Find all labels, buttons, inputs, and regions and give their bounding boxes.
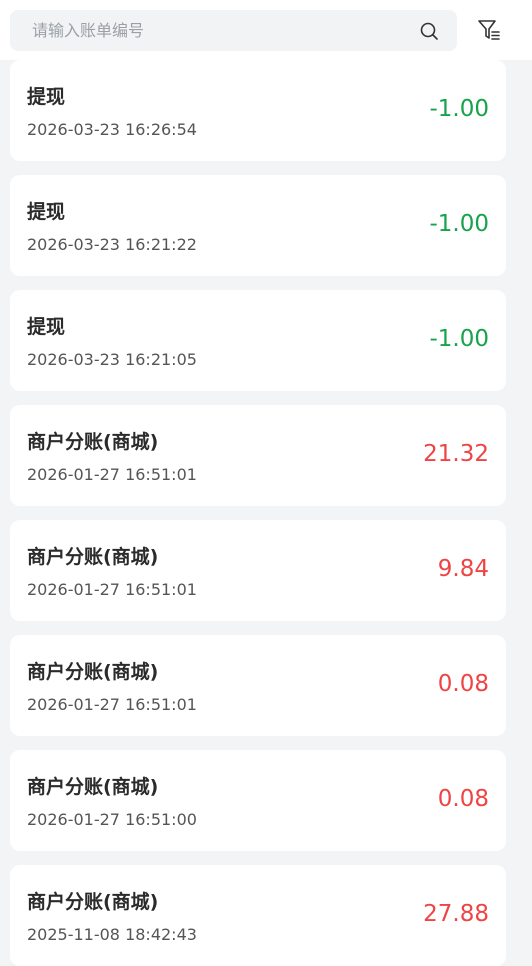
transaction-title: 提现 xyxy=(27,201,66,223)
transaction-title: 提现 xyxy=(27,86,66,108)
transaction-time: 2026-01-27 16:51:01 xyxy=(27,465,197,484)
filter-icon[interactable] xyxy=(476,17,502,43)
list-item[interactable]: 提现 2026-03-23 16:26:54 -1.00 xyxy=(10,60,506,161)
transaction-amount: 0.08 xyxy=(437,671,489,697)
transaction-amount: -1.00 xyxy=(429,326,489,352)
transaction-time: 2025-11-08 18:42:43 xyxy=(27,925,197,944)
transaction-title: 商户分账(商城) xyxy=(27,546,159,568)
search-input[interactable]: 请输入账单编号 xyxy=(10,10,457,51)
transaction-time: 2026-03-23 16:26:54 xyxy=(27,120,197,139)
list-item[interactable]: 提现 2026-03-23 16:21:05 -1.00 xyxy=(10,290,506,391)
transaction-amount: 27.88 xyxy=(423,901,489,927)
header-bar: 请输入账单编号 xyxy=(0,0,532,60)
list-item[interactable]: 商户分账(商城) 2026-01-27 16:51:01 9.84 xyxy=(10,520,506,621)
transaction-title: 商户分账(商城) xyxy=(27,661,159,683)
transaction-amount: -1.00 xyxy=(429,211,489,237)
transaction-time: 2026-03-23 16:21:05 xyxy=(27,350,197,369)
list-item[interactable]: 商户分账(商城) 2025-11-08 18:42:43 27.88 xyxy=(10,865,506,966)
list-item[interactable]: 商户分账(商城) 2026-01-27 16:51:01 21.32 xyxy=(10,405,506,506)
list-item[interactable]: 商户分账(商城) 2026-01-27 16:51:01 0.08 xyxy=(10,635,506,736)
search-icon[interactable] xyxy=(419,21,439,41)
transaction-amount: 9.84 xyxy=(437,556,489,582)
transaction-title: 商户分账(商城) xyxy=(27,431,159,453)
transaction-title: 商户分账(商城) xyxy=(27,776,159,798)
transaction-title: 商户分账(商城) xyxy=(27,891,159,913)
transaction-time: 2026-01-27 16:51:00 xyxy=(27,810,197,829)
transaction-time: 2026-03-23 16:21:22 xyxy=(27,235,197,254)
list-item[interactable]: 商户分账(商城) 2026-01-27 16:51:00 0.08 xyxy=(10,750,506,851)
transaction-time: 2026-01-27 16:51:01 xyxy=(27,695,197,714)
list-item[interactable]: 提现 2026-03-23 16:21:22 -1.00 xyxy=(10,175,506,276)
transaction-amount: 0.08 xyxy=(437,786,489,812)
transaction-amount: -1.00 xyxy=(429,96,489,122)
transaction-time: 2026-01-27 16:51:01 xyxy=(27,580,197,599)
transaction-title: 提现 xyxy=(27,316,66,338)
search-placeholder: 请输入账单编号 xyxy=(32,21,145,40)
transaction-amount: 21.32 xyxy=(423,441,489,467)
